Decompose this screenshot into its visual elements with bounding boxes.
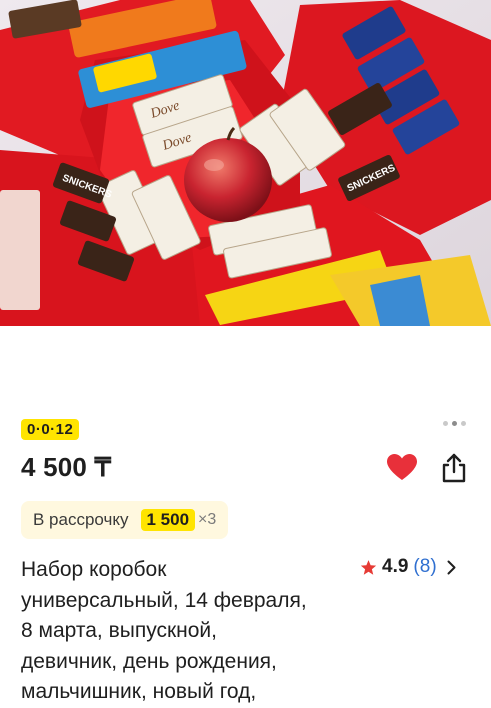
installment-offer[interactable]: В рассрочку 1 500 ×3 — [21, 501, 229, 539]
product-title-line: мальчишник, новый год, — [21, 680, 257, 703]
promo-badge: 0·0·12 — [21, 419, 80, 440]
favorite-button[interactable] — [387, 454, 417, 482]
star-icon — [360, 559, 377, 575]
heart-icon — [387, 454, 417, 480]
chevron-right-icon — [447, 560, 456, 574]
gallery-dot-active[interactable] — [452, 421, 457, 426]
rating-value: 4.9 — [382, 556, 409, 577]
product-rating[interactable]: 4.9 (8) — [360, 556, 456, 578]
gallery-pagination — [443, 421, 466, 426]
product-price: 4 500 ₸ — [21, 452, 112, 482]
product-title-line: Набор коробок — [21, 558, 167, 581]
product-title-line: универсальный, 14 февраля, — [21, 588, 307, 612]
installment-amount: 1 500 — [140, 509, 196, 531]
share-button[interactable] — [440, 453, 468, 483]
share-icon — [442, 453, 466, 483]
product-title: Набор коробок универсальный, 14 февраля,… — [21, 555, 356, 708]
installment-multiplier: ×3 — [198, 511, 217, 528]
gallery-dot[interactable] — [461, 421, 466, 426]
photo-bottom-spacing — [0, 326, 491, 416]
reviews-count[interactable]: (8) — [413, 556, 436, 578]
installment-label: В рассрочку — [33, 510, 129, 529]
gallery-dot[interactable] — [443, 421, 448, 426]
product-title-line: девичник, день рождения, — [21, 649, 277, 673]
product-title-line: 8 марта, выпускной, — [21, 619, 217, 642]
product-photo[interactable]: Dove Dove SNICKERS SNICKERS — [0, 0, 491, 326]
